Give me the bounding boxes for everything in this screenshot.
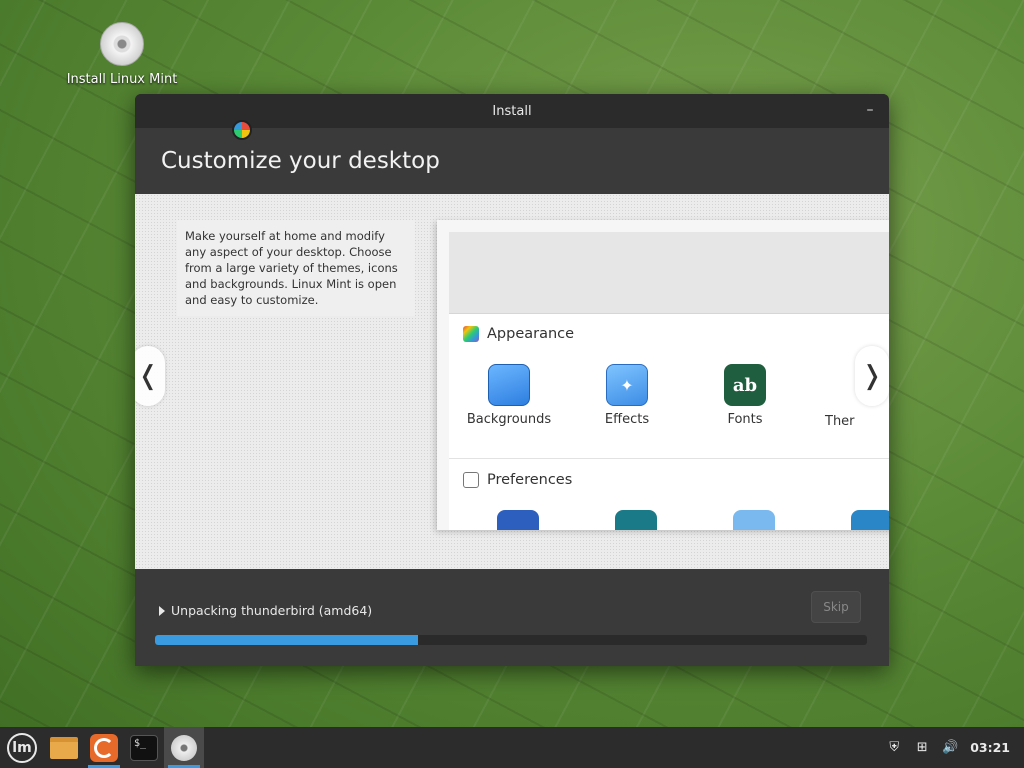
taskbar-terminal[interactable]: $_	[124, 727, 164, 768]
app-fonts: ab Fonts	[697, 364, 793, 427]
slide-screenshot: Appearance Backgrounds ✦ Effects ab Font…	[437, 220, 889, 530]
display-icon	[733, 510, 775, 530]
app-label: Backgrounds	[466, 412, 552, 427]
installer-window: Install – Customize your desktop Make yo…	[135, 94, 889, 666]
network-icon[interactable]: ⊞	[914, 740, 930, 756]
category-preferences-label: Preferences	[487, 472, 573, 488]
disc-icon	[100, 22, 144, 66]
desktop-icon-label: Install Linux Mint	[66, 72, 178, 87]
taskbar-installer[interactable]	[164, 727, 204, 768]
busy-cursor-icon	[232, 120, 252, 140]
screenshot-header	[449, 232, 889, 314]
app-effects: ✦ Effects	[579, 364, 675, 427]
progress-panel: Unpacking thunderbird (amd64) Skip	[135, 569, 889, 666]
progress-fill	[155, 635, 419, 645]
category-preferences: Preferences	[463, 472, 572, 488]
status-text: Unpacking thunderbird (amd64)	[171, 603, 373, 618]
preferences-icon	[463, 472, 479, 488]
system-tray: ⛨ ⊞ 🔊 03:21	[886, 740, 1024, 756]
account-icon	[615, 510, 657, 530]
terminal-icon: $_	[130, 734, 158, 761]
clock[interactable]: 03:21	[970, 740, 1010, 755]
progress-bar	[155, 635, 867, 645]
taskbar-files[interactable]	[44, 727, 84, 768]
fonts-icon: ab	[724, 364, 766, 406]
firefox-icon	[90, 733, 118, 762]
expander-arrow-icon	[159, 605, 165, 616]
screenshot-body: Appearance Backgrounds ✦ Effects ab Font…	[449, 314, 889, 530]
previous-slide-button[interactable]: ❬	[135, 346, 165, 406]
backgrounds-icon	[488, 364, 530, 406]
effects-icon: ✦	[606, 364, 648, 406]
next-slide-button[interactable]: ❭	[855, 346, 889, 406]
slideshow: Make yourself at home and modify any asp…	[135, 194, 889, 569]
window-title: Install	[492, 103, 532, 119]
slide-description: Make yourself at home and modify any asp…	[177, 220, 415, 316]
taskbar-firefox[interactable]	[84, 727, 124, 768]
category-appearance-label: Appearance	[487, 326, 575, 342]
page-title: Customize your desktop	[161, 148, 440, 174]
taskbar: lm $_ ⛨ ⊞ 🔊 03:21	[0, 727, 1024, 768]
app-label: Effects	[604, 412, 650, 427]
mint-logo-icon: lm	[7, 732, 37, 763]
disc-icon	[171, 734, 197, 761]
page-header: Customize your desktop	[135, 120, 889, 194]
app-themes: Ther	[825, 414, 885, 429]
menu-button[interactable]: lm	[0, 727, 44, 768]
appearance-icon	[463, 326, 479, 342]
clock-icon	[851, 510, 889, 530]
skip-button[interactable]: Skip	[811, 591, 861, 623]
divider	[449, 458, 889, 459]
app-label: Fonts	[727, 412, 763, 427]
app-label: Ther	[825, 414, 855, 429]
folder-icon	[50, 736, 78, 759]
minimize-button[interactable]: –	[861, 102, 879, 120]
app-backgrounds: Backgrounds	[461, 364, 557, 427]
accessibility-icon	[497, 510, 539, 530]
shield-icon[interactable]: ⛨	[886, 740, 902, 756]
status-expander[interactable]: Unpacking thunderbird (amd64)	[159, 603, 372, 618]
category-appearance: Appearance	[463, 326, 574, 342]
desktop-icon-install[interactable]: Install Linux Mint	[62, 22, 182, 87]
volume-icon[interactable]: 🔊	[942, 740, 958, 756]
